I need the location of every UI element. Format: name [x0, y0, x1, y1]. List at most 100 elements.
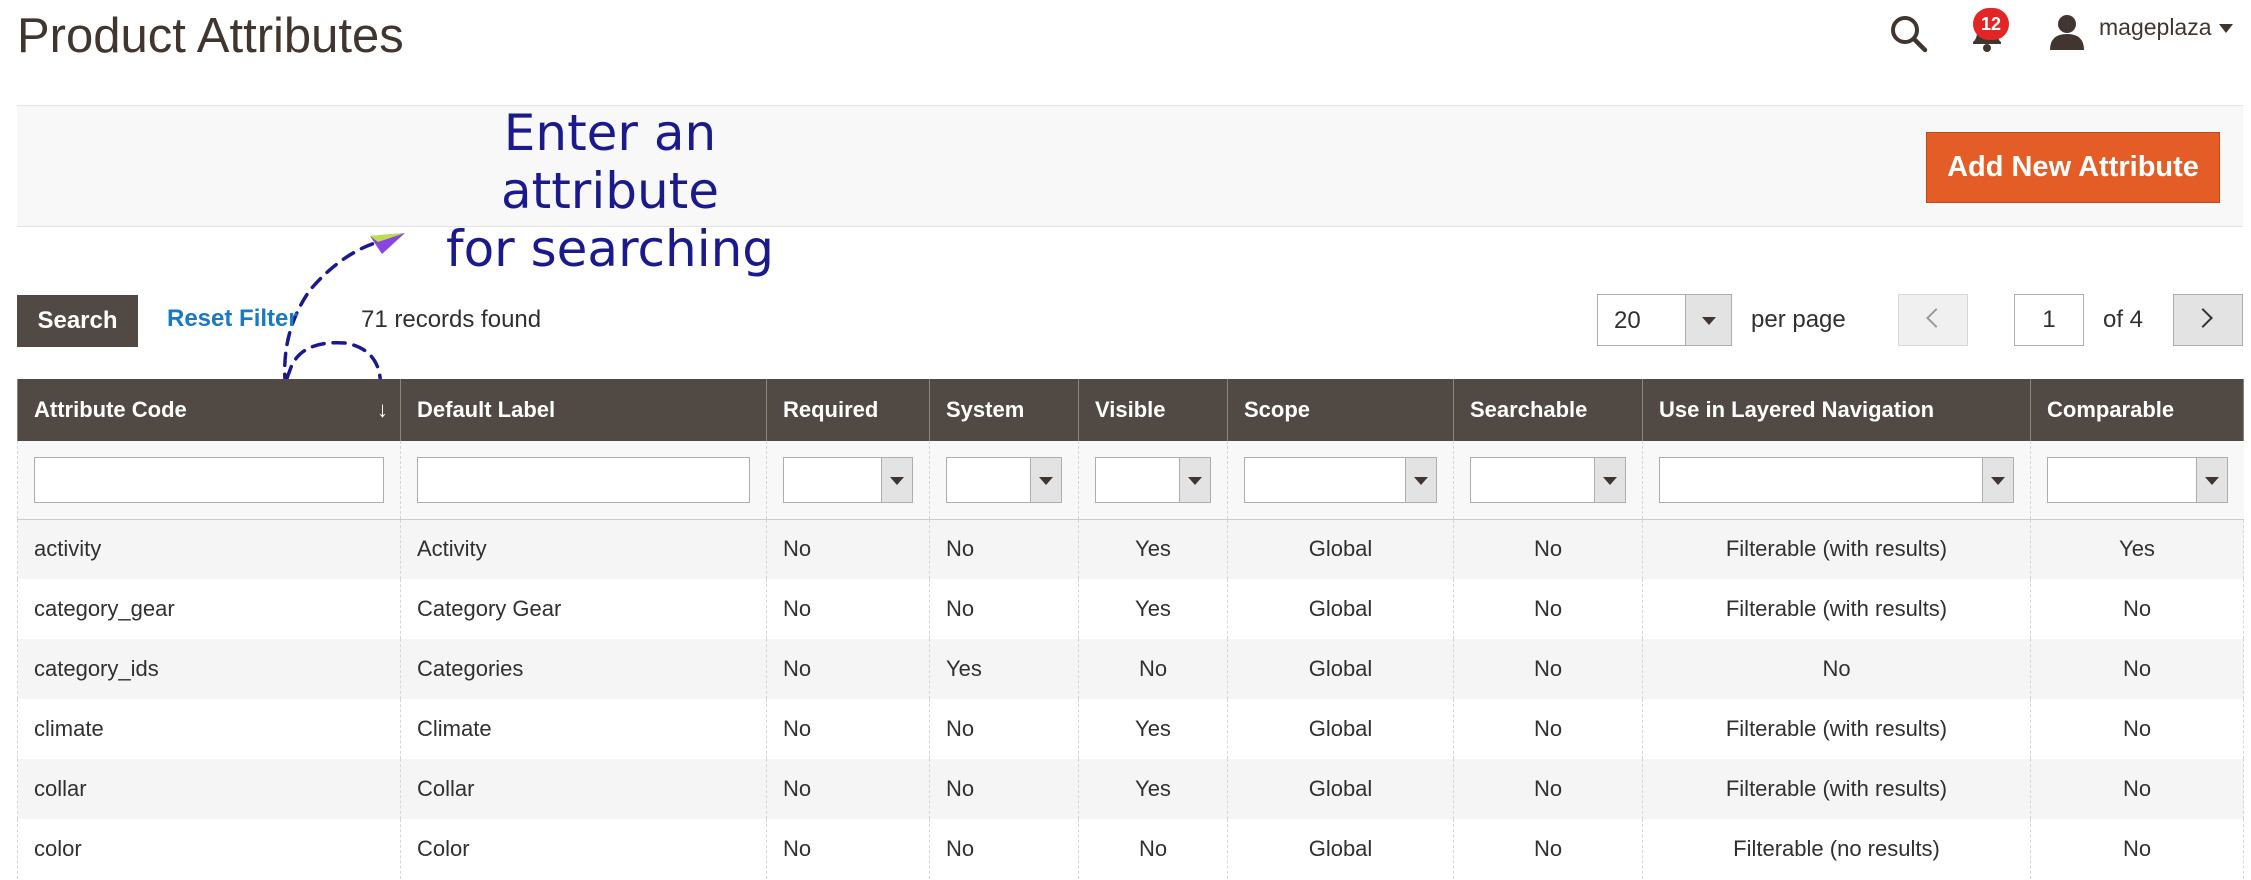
default-label-filter-input[interactable] — [417, 456, 750, 503]
cell-searchable: No — [1453, 819, 1643, 879]
cell-comparable: No — [2030, 579, 2244, 639]
attribute-code-filter-input[interactable] — [34, 456, 384, 503]
column-header-layered-navigation[interactable]: Use in Layered Navigation — [1642, 379, 2031, 441]
search-icon[interactable] — [1887, 12, 1931, 56]
cell-default-label: Activity — [400, 519, 767, 579]
user-name[interactable]: mageplaza — [2099, 14, 2212, 41]
cell-comparable: No — [2030, 819, 2244, 879]
cell-comparable: No — [2030, 699, 2244, 759]
cell-comparable: Yes — [2030, 519, 2244, 579]
sort-arrow-icon[interactable]: ↓ — [377, 397, 388, 423]
table-row[interactable]: activity Activity No No Yes Global No Filterabl… — [17, 519, 2244, 579]
per-page-select[interactable]: 20 — [1597, 294, 1732, 346]
cell-scope: Global — [1227, 579, 1454, 639]
cell-attribute-code: activity — [17, 519, 401, 579]
header-actions: 12 mageplaza — [1851, 8, 2251, 58]
cell-required: No — [766, 819, 930, 879]
cell-comparable: No — [2030, 759, 2244, 819]
table-row[interactable]: color Color No No No Global No Filterable (no r… — [17, 819, 2244, 879]
cell-layered-navigation: Filterable (with results) — [1642, 759, 2031, 819]
current-page-input[interactable]: 1 — [2014, 294, 2084, 346]
column-header-system[interactable]: System — [929, 379, 1079, 441]
chevron-right-icon — [2193, 308, 2213, 328]
cell-attribute-code: collar — [17, 759, 401, 819]
chevron-left-icon — [1926, 308, 1946, 328]
cell-visible: Yes — [1078, 699, 1228, 759]
cell-searchable: No — [1453, 759, 1643, 819]
cell-visible: Yes — [1078, 759, 1228, 819]
cell-default-label: Collar — [400, 759, 767, 819]
column-headers: Attribute Code ↓ Default Label Required S… — [17, 379, 2244, 441]
cell-system: No — [929, 579, 1079, 639]
cell-searchable: No — [1453, 699, 1643, 759]
cell-scope: Global — [1227, 759, 1454, 819]
table-row[interactable]: collar Collar No No Yes Global No Filterable (w… — [17, 759, 2244, 819]
search-button[interactable]: Search — [17, 295, 138, 347]
cell-attribute-code: color — [17, 819, 401, 879]
cell-layered-navigation: No — [1642, 639, 2031, 699]
cell-system: Yes — [929, 639, 1079, 699]
cell-default-label: Categories — [400, 639, 767, 699]
cell-required: No — [766, 699, 930, 759]
annotation-line-2: for searching — [445, 220, 775, 278]
column-header-required[interactable]: Required — [766, 379, 930, 441]
cell-required: No — [766, 759, 930, 819]
cell-system: No — [929, 699, 1079, 759]
column-header-attribute-code[interactable]: Attribute Code ↓ — [17, 379, 401, 441]
cell-layered-navigation: Filterable (with results) — [1642, 579, 2031, 639]
comparable-filter-select[interactable] — [2047, 456, 2228, 503]
cell-scope: Global — [1227, 819, 1454, 879]
cell-visible: No — [1078, 819, 1228, 879]
user-icon[interactable] — [2047, 12, 2087, 52]
cell-system: No — [929, 759, 1079, 819]
searchable-filter-select[interactable] — [1470, 456, 1626, 503]
cell-comparable: No — [2030, 639, 2244, 699]
cell-scope: Global — [1227, 639, 1454, 699]
cell-required: No — [766, 639, 930, 699]
column-header-scope[interactable]: Scope — [1227, 379, 1454, 441]
cell-required: No — [766, 519, 930, 579]
attributes-grid: Attribute Code ↓ Default Label Required S… — [17, 379, 2244, 879]
cell-searchable: No — [1453, 519, 1643, 579]
column-header-visible[interactable]: Visible — [1078, 379, 1228, 441]
cell-default-label: Climate — [400, 699, 767, 759]
cell-required: No — [766, 579, 930, 639]
annotation-line-1: Enter an attribute — [500, 104, 720, 220]
cell-default-label: Color — [400, 819, 767, 879]
cell-default-label: Category Gear — [400, 579, 767, 639]
cell-layered-navigation: Filterable (with results) — [1642, 699, 2031, 759]
cell-visible: Yes — [1078, 519, 1228, 579]
notification-count-badge[interactable]: 12 — [1973, 8, 2009, 40]
required-filter-select[interactable] — [783, 456, 913, 503]
layered-navigation-filter-select[interactable] — [1659, 456, 2014, 503]
cell-searchable: No — [1453, 579, 1643, 639]
cell-layered-navigation: Filterable (with results) — [1642, 519, 2031, 579]
column-header-comparable[interactable]: Comparable — [2030, 379, 2244, 441]
cell-attribute-code: climate — [17, 699, 401, 759]
next-page-button[interactable] — [2173, 294, 2243, 346]
column-header-label: Attribute Code — [34, 397, 187, 422]
cell-scope: Global — [1227, 699, 1454, 759]
visible-filter-select[interactable] — [1095, 456, 1211, 503]
system-filter-select[interactable] — [946, 456, 1062, 503]
cell-attribute-code: category_ids — [17, 639, 401, 699]
reset-filter-link[interactable]: Reset Filter — [167, 305, 298, 333]
total-pages-label: of 4 — [2103, 306, 2144, 333]
previous-page-button[interactable] — [1898, 294, 1968, 346]
table-row[interactable]: category_gear Category Gear No No Yes Global N… — [17, 579, 2244, 639]
column-header-default-label[interactable]: Default Label — [400, 379, 767, 441]
cell-scope: Global — [1227, 519, 1454, 579]
column-header-searchable[interactable]: Searchable — [1453, 379, 1643, 441]
add-new-attribute-button[interactable]: Add New Attribute — [1926, 132, 2220, 203]
scope-filter-select[interactable] — [1244, 456, 1437, 503]
cell-system: No — [929, 819, 1079, 879]
cell-system: No — [929, 519, 1079, 579]
chevron-down-icon[interactable] — [2219, 24, 2233, 33]
per-page-label: per page — [1751, 306, 1846, 333]
table-row[interactable]: category_ids Categories No Yes No Global No No N… — [17, 639, 2244, 699]
table-row[interactable]: climate Climate No No Yes Global No Filterable … — [17, 699, 2244, 759]
cell-visible: No — [1078, 639, 1228, 699]
page-title: Product Attributes — [17, 9, 404, 63]
chevron-down-icon[interactable] — [1685, 295, 1731, 345]
cell-searchable: No — [1453, 639, 1643, 699]
